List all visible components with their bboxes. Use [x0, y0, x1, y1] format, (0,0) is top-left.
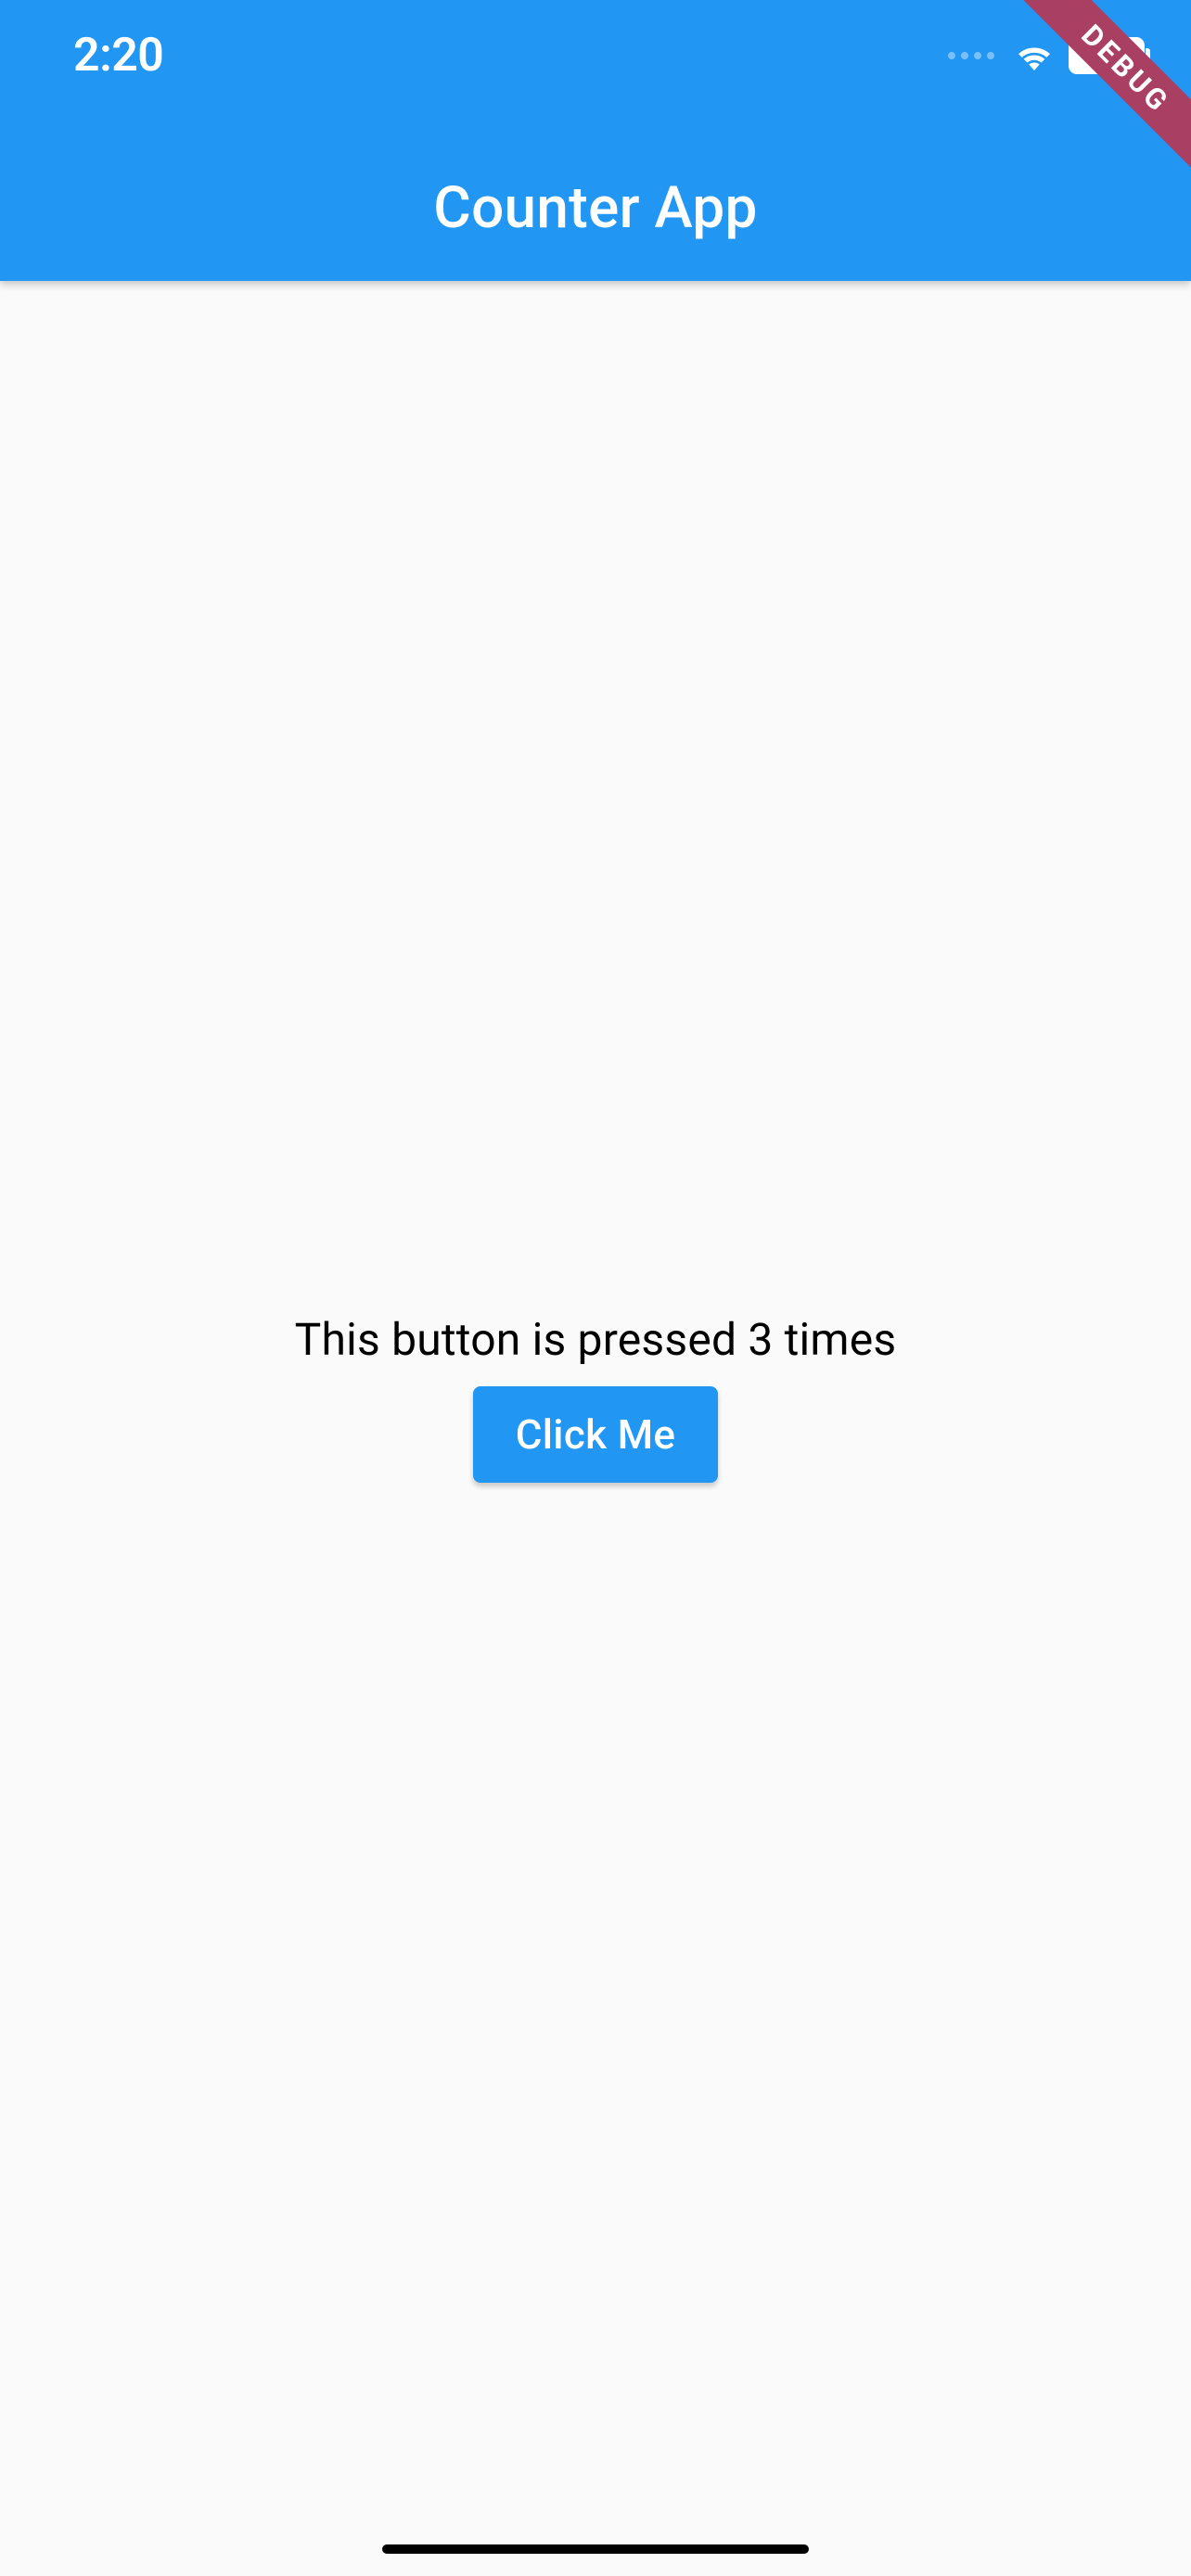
app-bar: 2:20 Counter App — [0, 0, 1191, 281]
app-title: Counter App — [433, 174, 757, 242]
status-time: 2:20 — [73, 29, 163, 83]
main-content: This button is pressed 3 times Click Me — [0, 281, 1191, 2576]
cellular-dots-icon — [948, 52, 994, 59]
click-me-button[interactable]: Click Me — [473, 1386, 718, 1483]
counter-text: This button is pressed 3 times — [295, 1313, 897, 1366]
home-indicator[interactable] — [382, 2544, 809, 2554]
wifi-icon — [1013, 40, 1056, 71]
status-bar: 2:20 — [0, 0, 1191, 111]
